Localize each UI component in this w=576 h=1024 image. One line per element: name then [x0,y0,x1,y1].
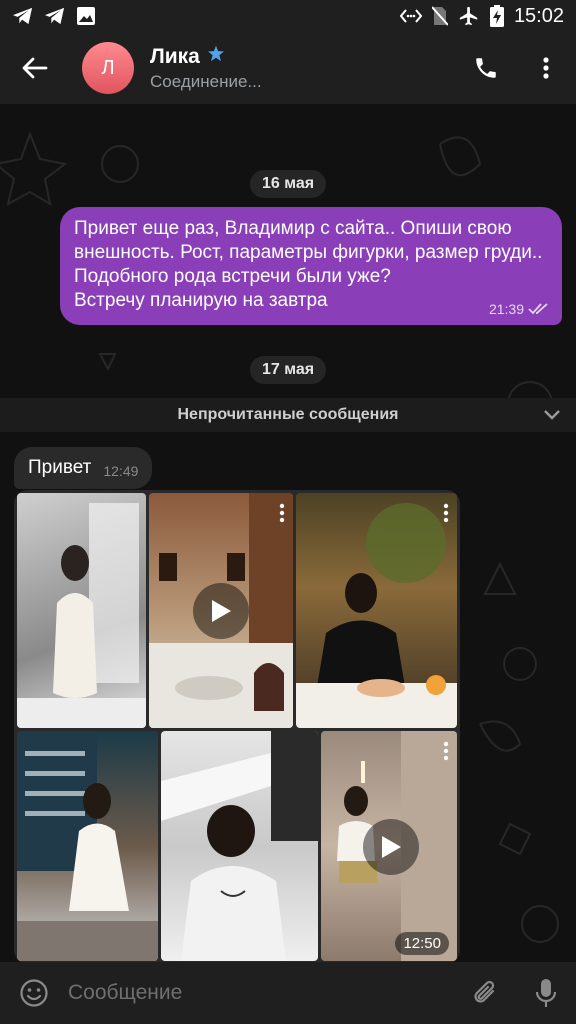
chat-title-block[interactable]: Лика Соединение... [150,44,262,92]
status-bar: 15:02 [0,0,576,32]
album-video[interactable] [149,493,293,728]
date-separator: 16 мая [249,170,327,198]
connection-status: Соединение... [150,72,262,91]
chevron-down-icon[interactable] [542,406,562,424]
double-check-icon [528,303,548,315]
album-photo[interactable] [161,731,318,961]
voice-button[interactable] [516,962,576,1024]
attach-button[interactable] [456,962,516,1024]
emoji-icon [20,979,48,1007]
incoming-message[interactable]: Привет 12:49 [14,447,153,489]
play-button[interactable] [363,819,419,875]
message-input[interactable] [68,973,456,1013]
airplane-icon [458,5,480,27]
microphone-icon [535,979,557,1007]
play-button[interactable] [193,583,249,639]
more-button[interactable] [516,32,576,104]
clock: 15:02 [513,4,564,27]
message-text: Привет еще раз, Владимир с сайта.. Опиши… [74,218,543,311]
outgoing-message[interactable]: Привет еще раз, Владимир с сайта.. Опиши… [60,207,562,325]
play-icon [382,836,401,858]
chat-header: Л Лика Соединение... [0,32,576,104]
album-time: 12:50 [395,932,449,955]
arrow-left-icon [22,57,48,79]
more-vertical-icon [543,57,549,79]
message-time: 12:49 [103,463,139,479]
message-time: 21:39 [488,301,524,317]
message-list[interactable]: 16 мая Привет еще раз, Владимир с сайта.… [0,104,576,962]
phone-icon [476,58,496,78]
telegram-icon [12,6,34,26]
call-button[interactable] [456,32,516,104]
telegram-icon [44,6,66,26]
more-vertical-icon[interactable] [279,503,285,523]
album-photo[interactable] [17,493,146,728]
more-vertical-icon[interactable] [443,503,449,523]
date-separator: 17 мая [249,356,327,384]
battery-charging-icon [489,5,504,27]
message-composer [0,962,576,1024]
back-button[interactable] [0,32,70,104]
media-album[interactable]: 12:50 [14,490,460,962]
star-badge-icon [206,44,226,69]
image-icon [76,6,96,26]
message-meta: 21:39 [489,301,550,317]
unread-messages-divider: Непрочитанные сообщения [0,398,576,432]
nfc-icon [399,8,422,24]
album-photo[interactable] [296,493,457,728]
unread-label: Непрочитанные сообщения [177,406,399,423]
emoji-button[interactable] [0,962,68,1024]
no-sim-icon [431,5,448,27]
message-text: Привет [28,457,92,478]
album-video[interactable]: 12:50 [321,731,457,961]
avatar-letter: Л [101,56,115,79]
album-photo[interactable] [17,731,158,961]
contact-name: Лика [150,44,200,68]
avatar[interactable]: Л [82,42,134,94]
more-vertical-icon[interactable] [443,741,449,761]
play-icon [212,600,231,622]
paperclip-icon [474,980,495,1003]
